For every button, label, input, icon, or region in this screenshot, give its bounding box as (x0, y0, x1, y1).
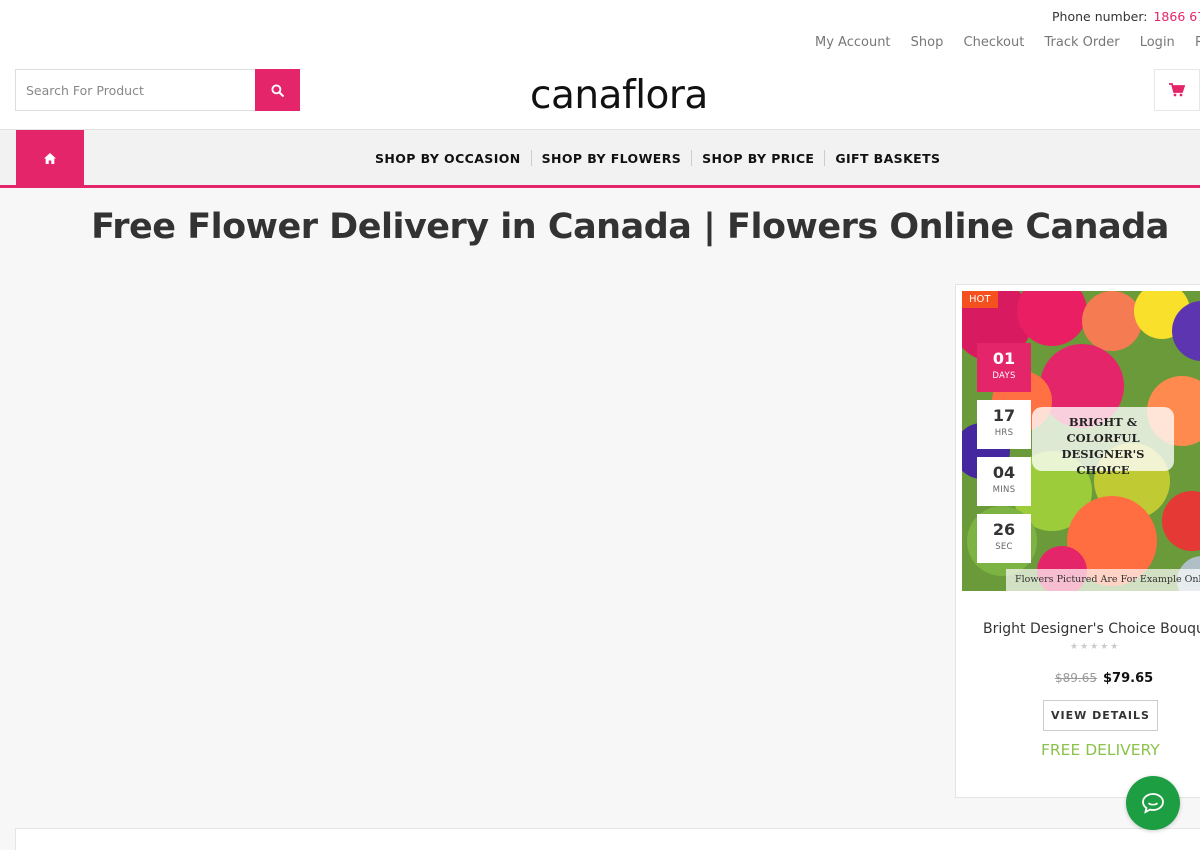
cart-icon (1169, 83, 1185, 97)
home-button[interactable] (16, 130, 84, 186)
login-link[interactable]: Login (1140, 35, 1175, 50)
cart-button[interactable] (1154, 69, 1200, 111)
site-logo[interactable]: canaflora (530, 72, 708, 120)
track-order-link[interactable]: Track Order (1044, 35, 1119, 50)
chat-button[interactable] (1126, 776, 1180, 830)
checkout-link[interactable]: Checkout (964, 35, 1025, 50)
image-overlay-text: BRIGHT & COLORFUL DESIGNER'S CHOICE (1032, 407, 1174, 477)
nav-shop-by-occasion[interactable]: SHOP BY OCCASION (365, 151, 531, 166)
search-button[interactable] (255, 69, 300, 111)
nav-shop-by-price[interactable]: SHOP BY PRICE (692, 151, 824, 166)
product-card: BRIGHT & COLORFUL DESIGNER'S CHOICE Flow… (955, 284, 1200, 798)
product-name[interactable]: Bright Designer's Choice Bouqu (983, 621, 1200, 637)
top-links: My Account Shop Checkout Track Order Log… (815, 35, 1200, 50)
hot-badge: HOT (962, 291, 998, 308)
overlay-line-2: DESIGNER'S (1061, 447, 1145, 461)
shop-link[interactable]: Shop (911, 35, 944, 50)
sale-price: $79.65 (1103, 671, 1154, 686)
nav-menu: SHOP BY OCCASION SHOP BY FLOWERS SHOP BY… (365, 130, 950, 186)
register-link[interactable]: R (1195, 35, 1200, 50)
countdown-unit: DAYS (992, 371, 1016, 381)
overlay-line-3: CHOICE (1076, 463, 1130, 477)
content-section (15, 828, 1200, 850)
product-price: $89.65 $79.65 (1055, 667, 1153, 686)
countdown-days: 01 DAYS (977, 343, 1031, 392)
search-icon (271, 83, 284, 97)
countdown-unit: MINS (992, 485, 1016, 495)
countdown-value: 01 (992, 349, 1016, 368)
my-account-link[interactable]: My Account (815, 35, 891, 50)
overlay-line-1: BRIGHT & COLORFUL (1066, 415, 1140, 445)
countdown-minutes: 04 MINS (977, 457, 1031, 506)
top-header: Phone number: 1866 67 My Account Shop Che… (0, 0, 1200, 130)
phone-number[interactable]: 1866 67 (1153, 9, 1200, 24)
countdown-unit: SEC (995, 542, 1013, 552)
free-delivery-label: FREE DELIVERY (1041, 741, 1160, 759)
phone-label: Phone number: (1052, 9, 1148, 24)
chat-icon (1142, 793, 1164, 814)
view-details-button[interactable]: VIEW DETAILS (1043, 700, 1158, 731)
main-nav: SHOP BY OCCASION SHOP BY FLOWERS SHOP BY… (0, 129, 1200, 188)
nav-shop-by-flowers[interactable]: SHOP BY FLOWERS (532, 151, 692, 166)
countdown-seconds: 26 SEC (977, 514, 1031, 563)
home-icon (44, 152, 56, 164)
page-title: Free Flower Delivery in Canada | Flowers… (91, 207, 1169, 247)
countdown-hours: 17 HRS (977, 400, 1031, 449)
search-form (15, 69, 300, 111)
countdown-value: 04 (992, 463, 1016, 482)
countdown-value: 17 (992, 406, 1016, 425)
old-price: $89.65 (1055, 671, 1097, 685)
rating-stars: ★★★★★ (1070, 642, 1121, 652)
search-input[interactable] (15, 69, 255, 111)
countdown-unit: HRS (994, 428, 1014, 438)
phone-info: Phone number: 1866 67 (1052, 9, 1200, 24)
image-caption: Flowers Pictured Are For Example Only (1006, 569, 1200, 591)
countdown-value: 26 (992, 520, 1016, 539)
nav-gift-baskets[interactable]: GIFT BASKETS (825, 151, 950, 166)
